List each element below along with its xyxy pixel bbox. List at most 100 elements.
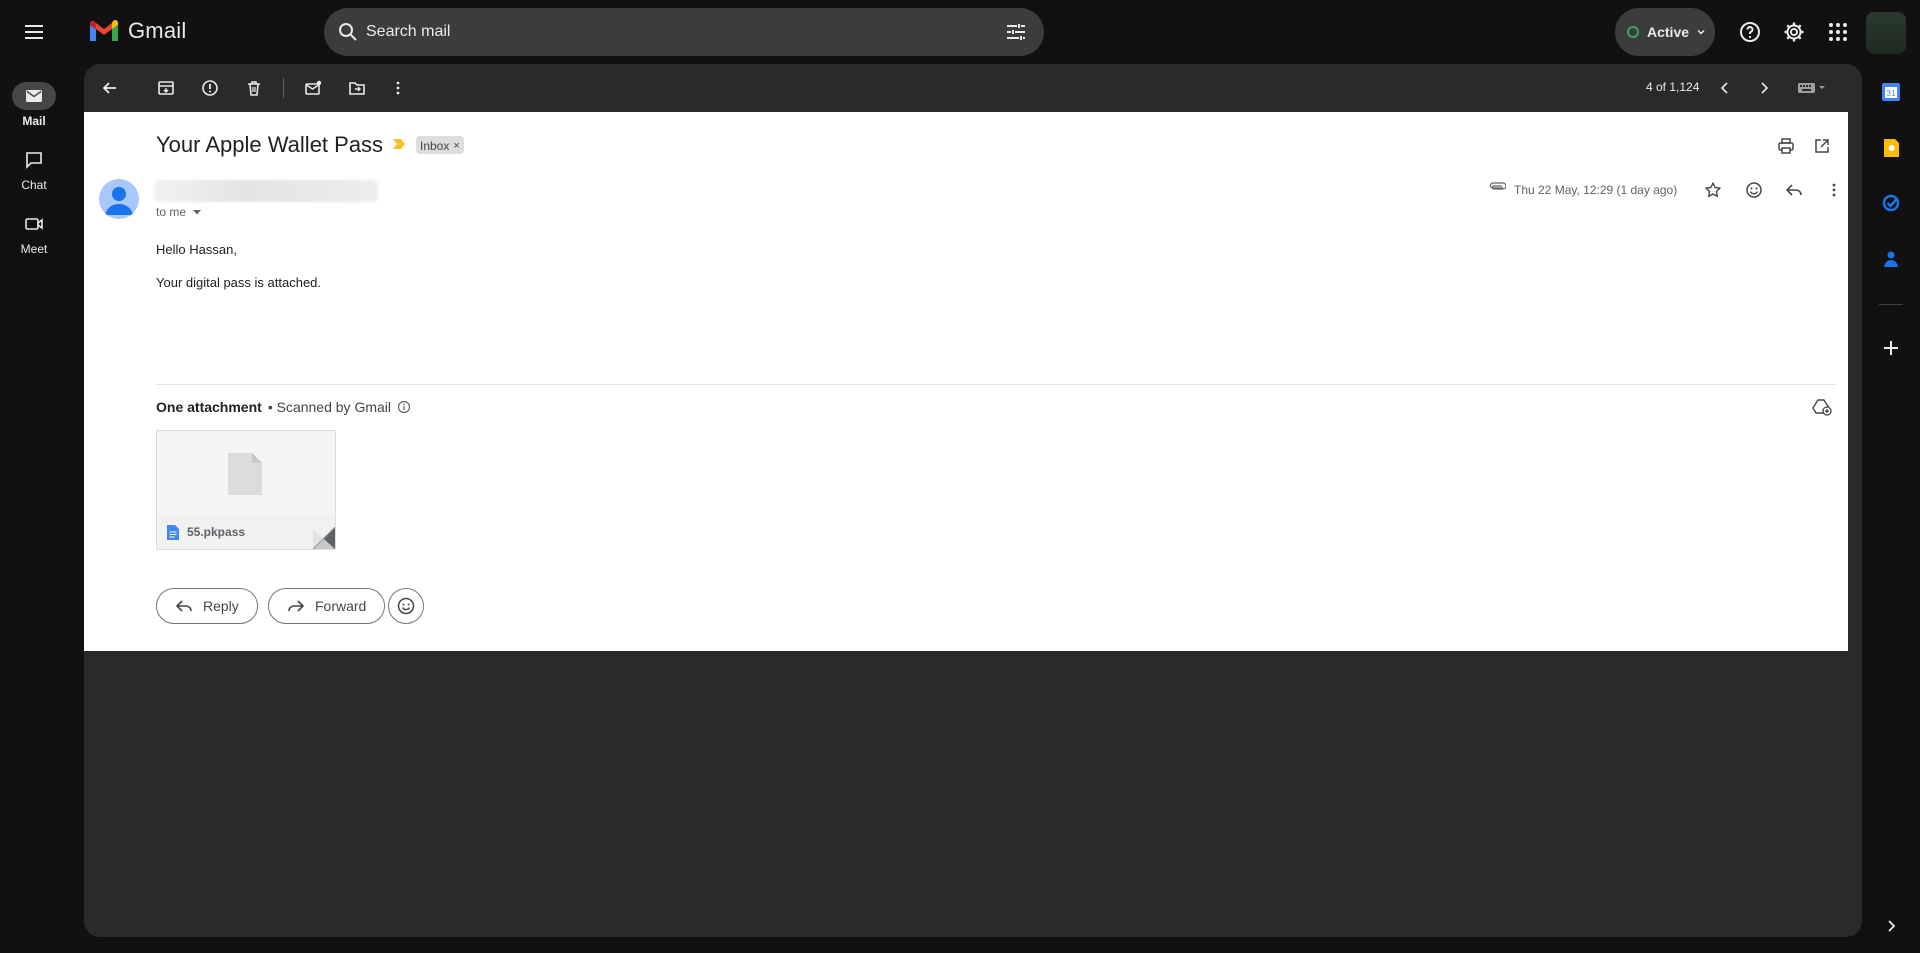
forward-button-label: Forward bbox=[315, 598, 367, 614]
rail-item-mail[interactable]: Mail bbox=[0, 82, 68, 128]
side-panel: 31 bbox=[1862, 64, 1920, 953]
more-vert-icon bbox=[1832, 183, 1836, 197]
arrow-back-icon bbox=[102, 82, 116, 94]
get-addons-button[interactable] bbox=[1879, 336, 1903, 360]
message-more-button[interactable] bbox=[1822, 178, 1846, 202]
more-options-button[interactable] bbox=[382, 72, 414, 104]
help-icon bbox=[1740, 22, 1760, 42]
report-spam-button[interactable] bbox=[194, 72, 226, 104]
rail-item-chat[interactable]: Chat bbox=[0, 146, 68, 192]
account-avatar[interactable] bbox=[1866, 12, 1906, 54]
star-button[interactable] bbox=[1701, 178, 1725, 202]
plus-icon bbox=[1884, 341, 1898, 355]
move-to-folder-icon bbox=[349, 82, 365, 95]
email-greeting: Hello Hassan, bbox=[156, 242, 237, 257]
status-label: Active bbox=[1647, 24, 1690, 40]
help-button[interactable] bbox=[1730, 12, 1770, 52]
add-to-drive-icon[interactable] bbox=[1812, 398, 1832, 416]
calendar-icon: 31 bbox=[1882, 83, 1900, 101]
reply-button-label: Reply bbox=[203, 598, 239, 614]
rail-pill-chat bbox=[12, 146, 56, 174]
attachment-count: One attachment bbox=[156, 399, 262, 415]
chevron-right-icon bbox=[1761, 82, 1769, 94]
rail-label-meet: Meet bbox=[20, 242, 48, 256]
search-icon[interactable] bbox=[336, 20, 360, 44]
attachment-divider bbox=[156, 384, 1836, 385]
recipient-details[interactable]: to me bbox=[156, 205, 202, 219]
page-fold-corner bbox=[312, 527, 335, 549]
emoji-icon bbox=[397, 597, 415, 615]
gmail-logo[interactable]: Gmail bbox=[88, 18, 186, 44]
meet-icon bbox=[25, 218, 43, 230]
rail-item-meet[interactable]: Meet bbox=[0, 210, 68, 256]
status-button[interactable]: Active bbox=[1615, 8, 1715, 56]
attachment-filename: 55.pkpass bbox=[187, 525, 246, 539]
scanned-text: • Scanned by Gmail bbox=[267, 399, 391, 415]
mail-icon bbox=[26, 90, 42, 102]
archive-button[interactable] bbox=[150, 72, 182, 104]
more-vert-icon bbox=[396, 81, 400, 95]
gmail-wordmark: Gmail bbox=[128, 18, 187, 43]
chevron-right-icon bbox=[1888, 920, 1896, 932]
open-new-window-button[interactable] bbox=[1810, 134, 1834, 158]
file-icon bbox=[167, 524, 179, 540]
attachment-clip-icon bbox=[1489, 182, 1506, 190]
info-icon[interactable] bbox=[397, 400, 411, 414]
chat-icon bbox=[26, 152, 42, 169]
input-tools-button[interactable] bbox=[1790, 72, 1834, 104]
mark-unread-button[interactable] bbox=[297, 72, 329, 104]
contacts-button[interactable] bbox=[1879, 247, 1903, 271]
mark-unread-icon bbox=[305, 80, 322, 95]
reply-button[interactable]: Reply bbox=[156, 588, 258, 624]
newer-button[interactable] bbox=[1709, 72, 1741, 104]
back-button[interactable] bbox=[94, 72, 126, 104]
message-toolbar: 4 of 1,124 bbox=[84, 64, 1862, 112]
keep-icon bbox=[1884, 139, 1899, 157]
keep-button[interactable] bbox=[1879, 136, 1903, 160]
sender-name-redacted[interactable] bbox=[154, 180, 378, 202]
archive-icon bbox=[158, 81, 174, 95]
tasks-icon bbox=[1882, 194, 1900, 212]
rail-label-chat: Chat bbox=[21, 178, 47, 192]
reply-icon-button[interactable] bbox=[1782, 178, 1806, 202]
recipient-text: to me bbox=[156, 205, 187, 219]
remove-label-button[interactable]: × bbox=[453, 140, 459, 152]
email-date: Thu 22 May, 12:29 (1 day ago) bbox=[1514, 183, 1678, 197]
main-panel: 4 of 1,124 Your Apple Wallet Pass Inbox … bbox=[84, 64, 1862, 937]
rail-label-mail: Mail bbox=[22, 114, 46, 128]
star-icon bbox=[1705, 182, 1721, 198]
attachment-card[interactable]: 55.pkpass bbox=[156, 430, 336, 550]
forward-button[interactable]: Forward bbox=[268, 588, 386, 624]
emoji-icon bbox=[1746, 182, 1762, 198]
older-button[interactable] bbox=[1748, 72, 1780, 104]
inbox-label-chip[interactable]: Inbox × bbox=[416, 136, 464, 154]
report-icon bbox=[202, 80, 218, 96]
search-options-icon[interactable] bbox=[1004, 20, 1028, 44]
file-thumbnail-icon bbox=[228, 453, 262, 495]
person-icon bbox=[105, 187, 133, 215]
show-side-panel-button[interactable] bbox=[1879, 914, 1903, 938]
important-marker-icon[interactable] bbox=[392, 138, 406, 150]
open-in-new-icon bbox=[1815, 139, 1829, 153]
main-menu-button[interactable] bbox=[14, 12, 54, 52]
svg-text:31: 31 bbox=[1887, 89, 1896, 98]
tasks-button[interactable] bbox=[1879, 191, 1903, 215]
forward-icon bbox=[288, 600, 305, 612]
email-subject: Your Apple Wallet Pass bbox=[156, 132, 384, 157]
top-bar: Gmail Active bbox=[0, 0, 1920, 64]
side-divider bbox=[1879, 304, 1903, 305]
delete-button[interactable] bbox=[238, 72, 270, 104]
move-to-button[interactable] bbox=[341, 72, 373, 104]
email-view: Your Apple Wallet Pass Inbox × to me Thu… bbox=[84, 112, 1848, 651]
add-reaction-button[interactable] bbox=[1742, 178, 1766, 202]
emoji-react-button[interactable] bbox=[388, 588, 424, 624]
apps-button[interactable] bbox=[1818, 12, 1858, 52]
trash-icon bbox=[248, 81, 260, 96]
left-rail: Mail Chat Meet bbox=[0, 64, 68, 953]
attachment-header: One attachment • Scanned by Gmail bbox=[156, 399, 411, 415]
search-input[interactable] bbox=[366, 8, 966, 56]
calendar-button[interactable]: 31 bbox=[1879, 80, 1903, 104]
sender-avatar[interactable] bbox=[99, 179, 139, 219]
settings-button[interactable] bbox=[1774, 12, 1814, 52]
print-all-button[interactable] bbox=[1774, 134, 1798, 158]
